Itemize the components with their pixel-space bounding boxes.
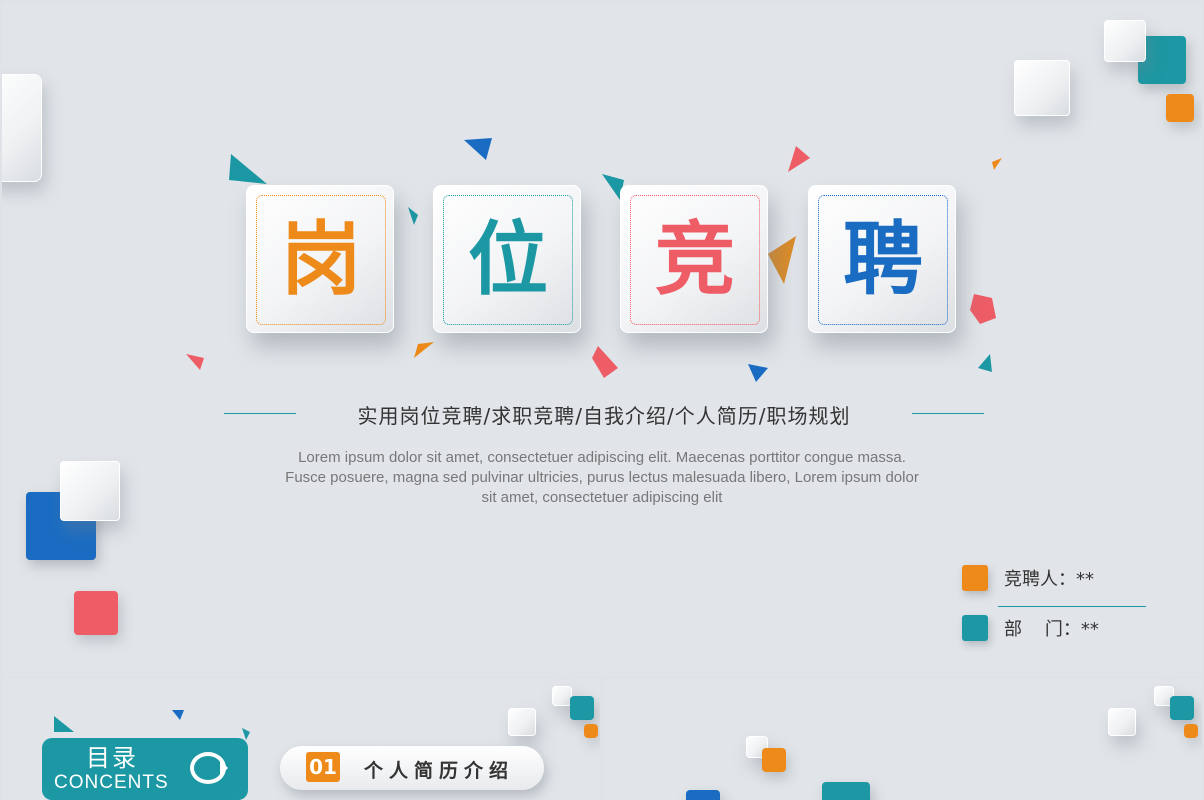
deco-square-orange-mid (762, 748, 786, 772)
title-tile-frame: 竞 (630, 195, 760, 325)
deco-square-white-top-right (1014, 60, 1070, 116)
deco-square-white (1108, 708, 1136, 736)
toc-item-pill: 01 个人简历介绍 (280, 746, 544, 790)
title-tile-3: 竞 (620, 185, 768, 333)
deco-square-orange-top-right (1166, 94, 1194, 122)
toc-item-label: 个人简历介绍 (364, 760, 515, 782)
shard-teal-3 (978, 354, 992, 372)
shard-orange-small (992, 158, 1002, 170)
title-char: 竞 (655, 213, 735, 306)
shard-orange-1 (768, 236, 796, 284)
deco-square-teal (1170, 696, 1194, 720)
slide-thumbnail-2[interactable] (604, 678, 1202, 800)
slide-thumbnail-toc[interactable]: 目录 CONCENTS 01 个人简历介绍 (2, 678, 600, 800)
title-char: 位 (468, 213, 548, 306)
deco-square-white (508, 708, 536, 736)
deco-square-white-left-edge (2, 74, 42, 182)
title-tile-frame: 聘 (818, 195, 948, 325)
slide-main[interactable]: 岗 位 竞 聘 实用岗位竞聘/求职竞聘/自我介绍/个人简历/职场规划 Lorem… (2, 2, 1202, 676)
toc-subtitle: CONCENTS (54, 772, 169, 793)
deco-square-white-corner (1104, 20, 1146, 62)
shard-orange-2 (414, 342, 434, 358)
deco-square-blue-bottom (686, 790, 720, 800)
title-tile-frame: 位 (443, 195, 573, 325)
deco-square-teal (570, 696, 594, 720)
shard-blue-2 (748, 364, 768, 382)
department-label: 部 门：** (1004, 619, 1099, 640)
shard-blue (172, 710, 184, 720)
shard-blue-1 (464, 138, 492, 160)
shard-red-2 (970, 294, 996, 324)
title-char: 聘 (843, 213, 923, 306)
shard-red-1 (788, 146, 810, 172)
body-line: sit amet, consectetuer adipiscing elit (481, 489, 723, 506)
deco-square-orange (1184, 724, 1198, 738)
deco-square-white-left (60, 461, 120, 521)
info-row-department: 部 门：** (962, 614, 1099, 642)
title-tile-frame: 岗 (256, 195, 386, 325)
shard-teal-small (408, 207, 418, 225)
subtitle-line-right (912, 413, 984, 414)
body-line: Fusce posuere, magna sed pulvinar ultric… (285, 469, 919, 486)
candidate-label: 竞聘人：** (1004, 569, 1094, 590)
shard-red-3 (186, 354, 204, 370)
deco-square-red-left (74, 591, 118, 635)
eye-icon-tip (220, 760, 228, 776)
shard-red-4 (592, 346, 618, 378)
subtitle-row: 实用岗位竞聘/求职竞聘/自我介绍/个人简历/职场规划 (224, 398, 984, 430)
subtitle-text: 实用岗位竞聘/求职竞聘/自我介绍/个人简历/职场规划 (296, 400, 912, 429)
deco-square-orange (584, 724, 598, 738)
toc-item-number: 01 (306, 752, 340, 782)
shard-teal-1 (229, 154, 267, 184)
info-row-candidate: 竞聘人：** (962, 564, 1094, 592)
bullet-orange-icon (962, 565, 988, 591)
shard-teal (54, 716, 74, 732)
deco-square-teal-bottom (822, 782, 870, 800)
title-char: 岗 (281, 213, 361, 306)
title-tile-2: 位 (433, 185, 581, 333)
info-separator (998, 606, 1146, 607)
body-text: Lorem ipsum dolor sit amet, consectetuer… (252, 448, 952, 508)
toc-badge: 目录 CONCENTS (42, 738, 248, 800)
toc-title: 目录 (86, 744, 138, 772)
deco-square-white-small (552, 686, 572, 706)
bullet-teal-icon (962, 615, 988, 641)
title-tile-1: 岗 (246, 185, 394, 333)
title-tile-4: 聘 (808, 185, 956, 333)
body-line: Lorem ipsum dolor sit amet, consectetuer… (298, 449, 906, 466)
subtitle-line-left (224, 413, 296, 414)
